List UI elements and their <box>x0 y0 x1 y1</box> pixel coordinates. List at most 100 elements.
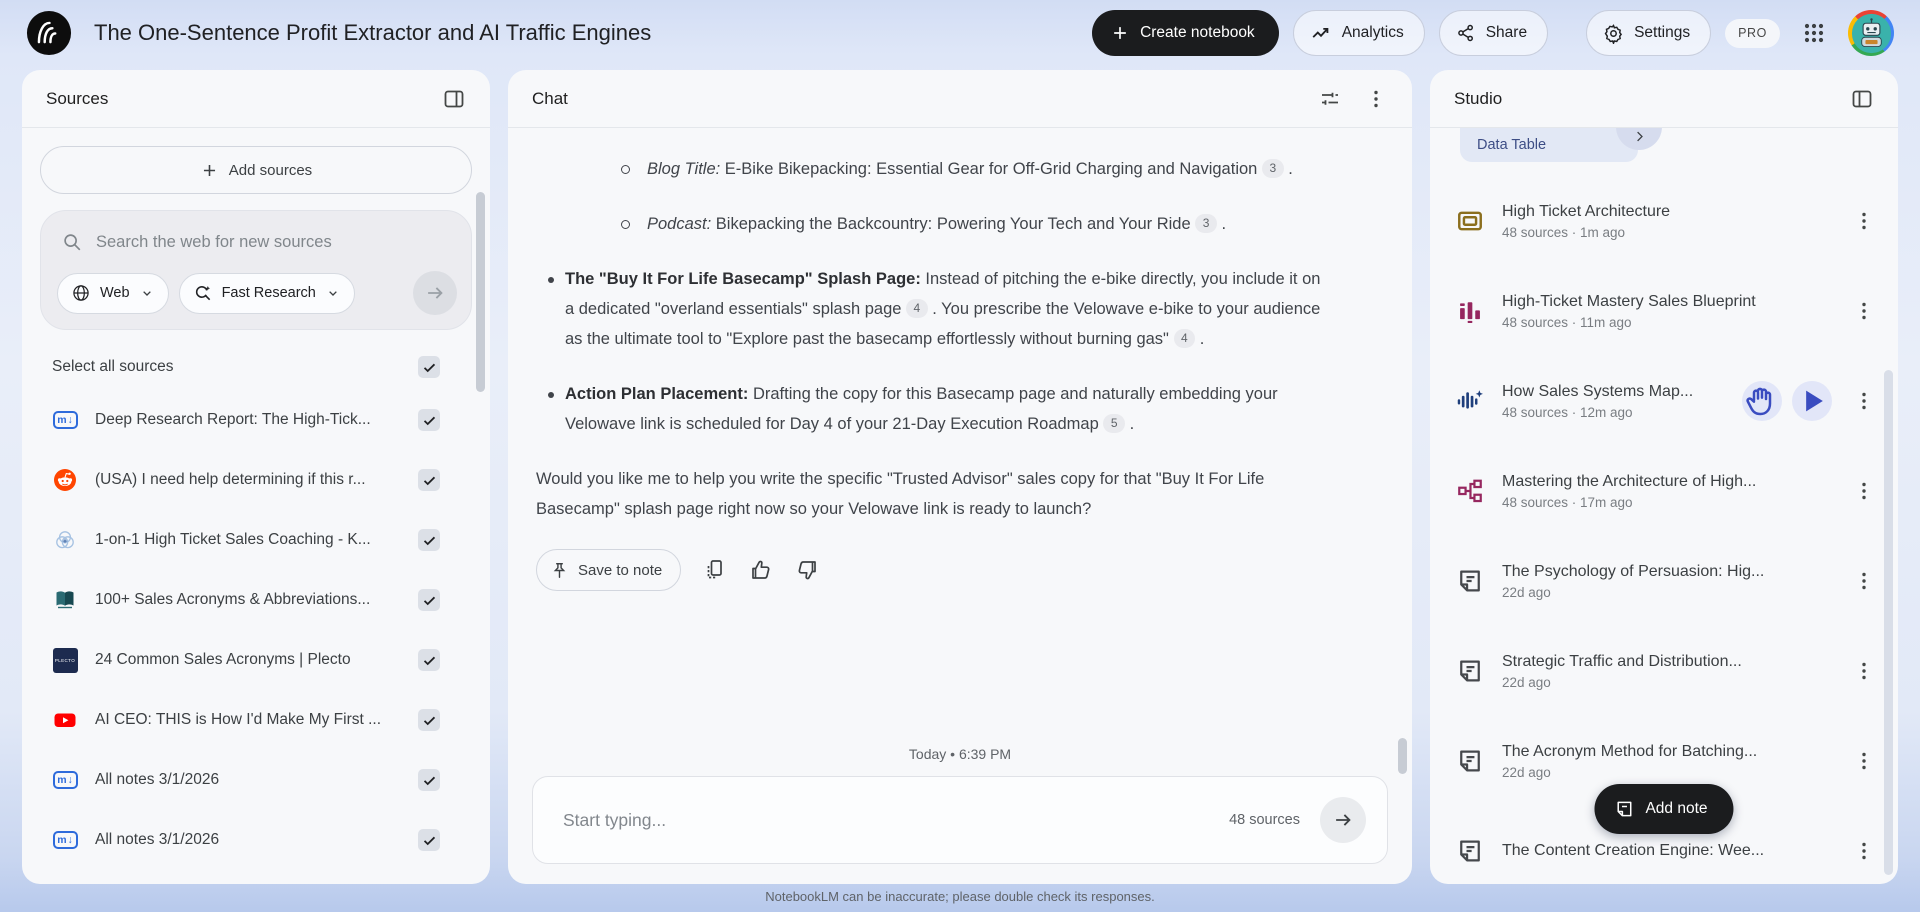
thumbs-up-icon[interactable] <box>749 558 773 582</box>
notebooklm-logo-icon[interactable] <box>26 10 72 56</box>
studio-item[interactable]: How Sales Systems Map... 48 sources · 12m… <box>1430 356 1898 446</box>
item-more-menu-icon[interactable] <box>1852 389 1876 413</box>
add-sources-button[interactable]: Add sources <box>40 146 472 194</box>
source-checkbox[interactable] <box>418 829 440 851</box>
source-title: 24 Common Sales Acronyms | Plecto <box>95 651 351 668</box>
studio-panel-header: Studio <box>1430 70 1898 128</box>
item-more-menu-icon[interactable] <box>1852 569 1876 593</box>
source-row[interactable]: 100+ Sales Acronyms & Abbreviations... <box>22 570 490 630</box>
source-row[interactable]: PLECTO 24 Common Sales Acronyms | Plecto <box>22 630 490 690</box>
chat-input-card: Start typing... 48 sources <box>532 776 1388 864</box>
share-icon <box>1456 23 1476 43</box>
studio-item[interactable]: High-Ticket Mastery Sales Blueprint 48 so… <box>1430 266 1898 356</box>
main-content: Sources Add sources Search the web for n… <box>0 66 1920 884</box>
item-more-menu-icon[interactable] <box>1852 659 1876 683</box>
user-avatar[interactable] <box>1848 10 1894 56</box>
chat-scrollbar[interactable] <box>1398 738 1407 774</box>
source-row[interactable]: m ↓ Deep Research Report: The High-Tick... <box>22 390 490 450</box>
source-checkbox[interactable] <box>418 649 440 671</box>
item-more-menu-icon[interactable] <box>1852 479 1876 503</box>
item-more-menu-icon[interactable] <box>1852 209 1876 233</box>
studio-item-meta: 48 sources · 12m ago <box>1502 404 1633 420</box>
collapse-studio-panel-icon[interactable] <box>1850 87 1874 111</box>
studio-item-title: Mastering the Architecture of High... <box>1502 472 1757 490</box>
studio-item[interactable]: High Ticket Architecture 48 sources · 1m … <box>1430 176 1898 266</box>
book-source-icon <box>52 587 78 613</box>
chat-paragraph: Blog Title: E-Bike Bikepacking: Essentia… <box>621 154 1332 184</box>
studio-item-meta: 22d ago <box>1502 674 1551 690</box>
settings-button[interactable]: Settings <box>1586 10 1712 56</box>
item-more-menu-icon[interactable] <box>1852 299 1876 323</box>
studio-list: High Ticket Architecture 48 sources · 1m … <box>1430 176 1898 884</box>
source-title: All notes 3/1/2026 <box>95 831 220 848</box>
interactive-mode-button[interactable] <box>1742 381 1782 421</box>
source-row[interactable]: AI CEO: THIS is How I'd Make My First ..… <box>22 690 490 750</box>
sources-panel-title: Sources <box>46 88 109 108</box>
thumbs-down-icon[interactable] <box>795 558 819 582</box>
send-message-button[interactable] <box>1320 797 1366 843</box>
citation-chip[interactable]: 4 <box>1173 329 1196 348</box>
create-notebook-button[interactable]: Create notebook <box>1092 10 1279 56</box>
source-row[interactable]: (USA) I need help determining if this r.… <box>22 450 490 510</box>
play-audio-button[interactable] <box>1792 381 1832 421</box>
citation-chip[interactable]: 5 <box>1103 414 1126 433</box>
analytics-button[interactable]: Analytics <box>1292 10 1425 56</box>
source-row[interactable]: 1-on-1 High Ticket Sales Coaching - K... <box>22 510 490 570</box>
note-source-icon: m ↓ <box>52 407 78 433</box>
sources-scrollbar[interactable] <box>476 192 485 392</box>
item-more-menu-icon[interactable] <box>1852 839 1876 863</box>
add-note-label: Add note <box>1645 800 1708 817</box>
citation-chip[interactable]: 3 <box>1261 159 1284 178</box>
research-mode-dropdown[interactable]: Fast Research <box>178 272 355 314</box>
source-checkbox[interactable] <box>418 469 440 491</box>
citation-chip[interactable]: 3 <box>1195 214 1217 233</box>
submit-search-button[interactable] <box>413 271 457 315</box>
notebook-title[interactable]: The One-Sentence Profit Extractor and AI… <box>94 20 651 46</box>
create-notebook-label: Create notebook <box>1140 24 1255 41</box>
source-checkbox[interactable] <box>418 589 440 611</box>
source-checkbox[interactable] <box>418 529 440 551</box>
source-row[interactable]: m ↓ All notes 3/1/2026 <box>22 810 490 870</box>
source-checkbox[interactable] <box>418 769 440 791</box>
report-icon <box>1456 837 1484 865</box>
item-more-menu-icon[interactable] <box>1852 749 1876 773</box>
deck-icon <box>1456 207 1484 235</box>
chat-text-segment: Podcast: <box>647 215 712 233</box>
search-icon <box>61 231 83 253</box>
studio-item[interactable]: The Psychology of Persuasion: Hig... 22d … <box>1430 536 1898 626</box>
data-table-chip[interactable]: Data Table <box>1460 128 1638 162</box>
pin-icon <box>550 561 569 580</box>
search-input[interactable]: Search the web for new sources <box>96 233 332 252</box>
share-button[interactable]: Share <box>1438 10 1549 56</box>
google-apps-icon[interactable] <box>1800 19 1828 47</box>
save-to-note-button[interactable]: Save to note <box>536 549 682 591</box>
chat-more-menu-icon[interactable] <box>1364 87 1388 111</box>
select-all-label: Select all sources <box>52 358 174 375</box>
chat-message: Blog Title: E-Bike Bikepacking: Essentia… <box>508 128 1412 740</box>
copy-icon[interactable] <box>703 558 727 582</box>
source-row[interactable]: m ↓ All notes 3/1/2026 <box>22 750 490 810</box>
chat-settings-icon[interactable] <box>1318 87 1342 111</box>
add-note-button[interactable]: Add note <box>1594 784 1734 834</box>
chat-input[interactable]: Start typing... <box>563 810 1209 831</box>
collapse-sources-panel-icon[interactable] <box>442 87 466 111</box>
chevron-down-icon <box>139 285 155 301</box>
plus-icon <box>200 161 219 180</box>
chat-text-segment: . <box>1216 215 1227 233</box>
studio-panel: Studio Data Table High Ticket Architectu… <box>1430 70 1898 884</box>
citation-chip[interactable]: 4 <box>906 299 928 318</box>
source-checkbox[interactable] <box>418 409 440 431</box>
web-search-card: Search the web for new sources Web Fast … <box>40 210 472 330</box>
gear-icon <box>1603 23 1624 44</box>
web-source-dropdown[interactable]: Web <box>57 272 169 314</box>
studio-scrollbar[interactable] <box>1884 370 1893 875</box>
select-all-checkbox[interactable] <box>418 356 440 378</box>
share-label: Share <box>1485 24 1528 41</box>
search-row[interactable]: Search the web for new sources <box>57 229 457 271</box>
studio-item[interactable]: Mastering the Architecture of High... 48 … <box>1430 446 1898 536</box>
studio-item-text: The Acronym Method for Batching... 22d ag… <box>1502 743 1834 780</box>
studio-item-meta: 22d ago <box>1502 764 1551 780</box>
studio-item[interactable]: Strategic Traffic and Distribution... 22d… <box>1430 626 1898 716</box>
source-list: m ↓ Deep Research Report: The High-Tick...… <box>22 390 490 870</box>
source-checkbox[interactable] <box>418 709 440 731</box>
